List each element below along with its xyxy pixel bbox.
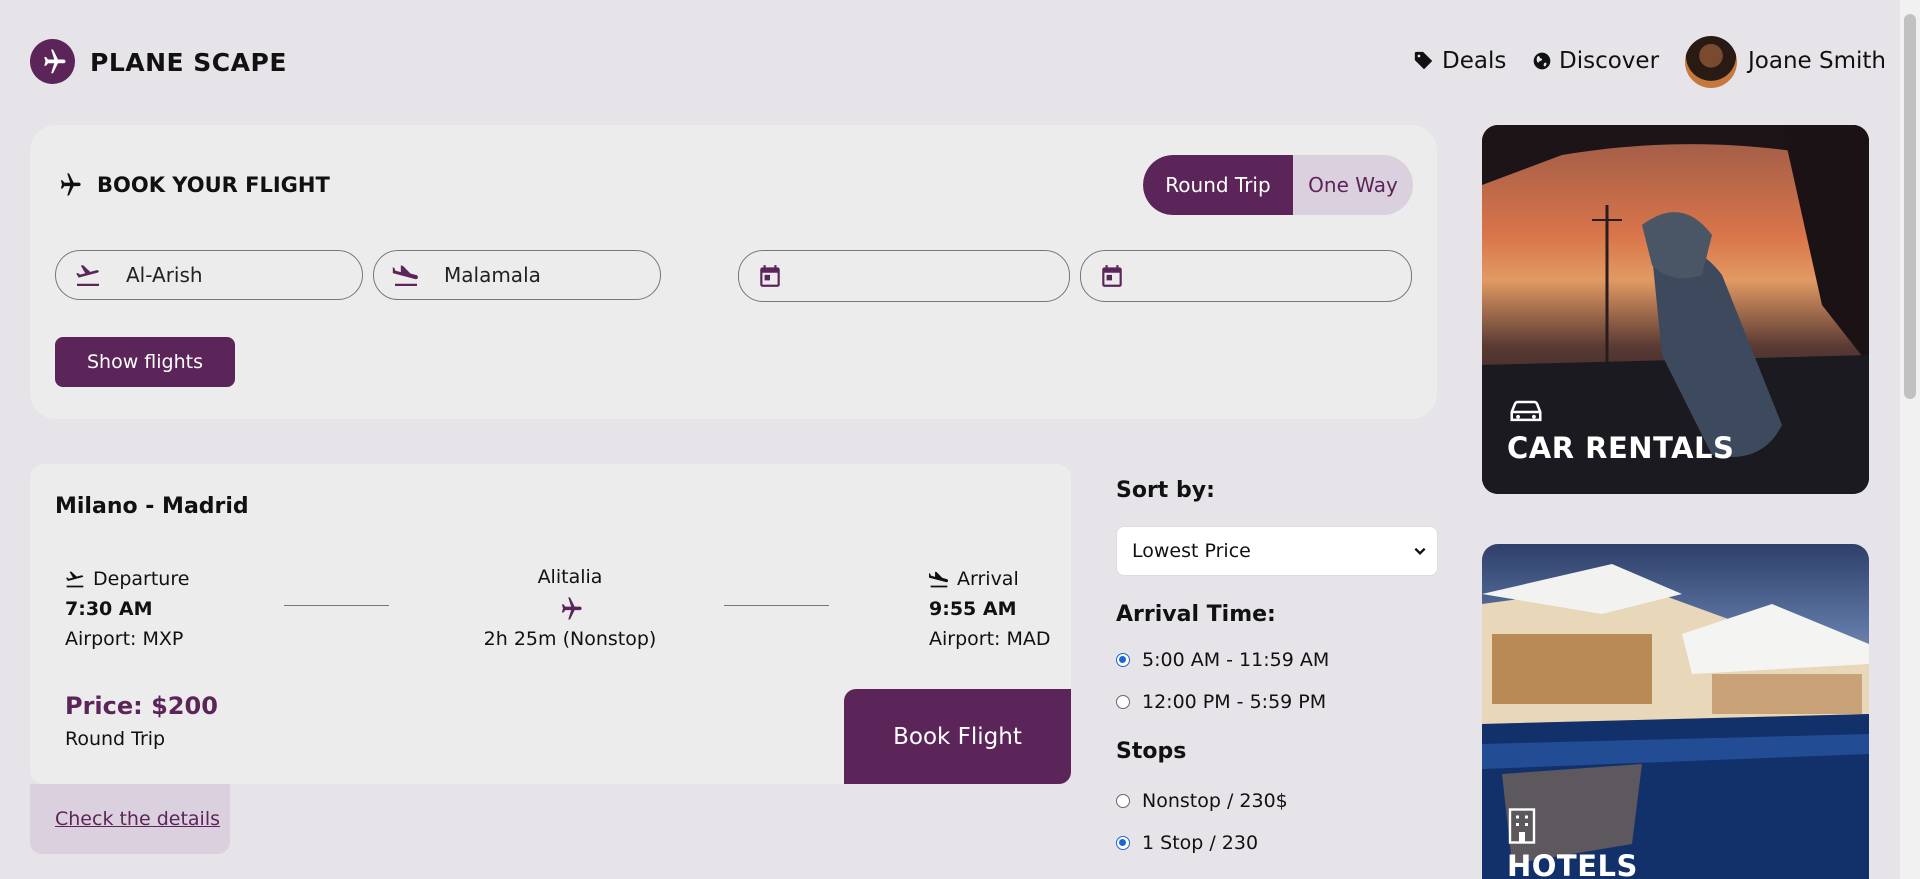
arrival-option[interactable]: 12:00 PM - 5:59 PM <box>1116 691 1438 713</box>
nav-discover-label: Discover <box>1559 48 1660 74</box>
radio-selected[interactable] <box>1116 653 1130 667</box>
hotel-building-icon <box>1507 808 1537 848</box>
arrival-label: Arrival <box>957 568 1019 590</box>
landing-icon <box>392 264 424 286</box>
radio-unselected[interactable] <box>1116 695 1130 709</box>
departure-block: Departure 7:30 AM Airport: MXP <box>65 564 189 654</box>
check-details-link[interactable]: Check the details <box>30 784 230 854</box>
flight-route: Milano - Madrid <box>55 494 249 519</box>
route-line-right <box>724 605 829 606</box>
tag-icon <box>1414 51 1433 70</box>
to-value: Malamala <box>444 263 541 287</box>
car-rentals-label: CAR RENTALS <box>1507 431 1735 465</box>
chevron-down-icon <box>1414 547 1426 555</box>
hotel-photo <box>1482 564 1869 879</box>
one-way-option[interactable]: One Way <box>1293 155 1413 215</box>
flight-card: Milano - Madrid Departure 7:30 AM Airpor… <box>30 464 1071 784</box>
avatar[interactable] <box>1685 36 1737 88</box>
arrival-time-label: Arrival Time: <box>1116 602 1276 627</box>
scrollbar-thumb[interactable] <box>1904 14 1916 399</box>
calendar-icon <box>1099 263 1131 289</box>
nav-deals-label: Deals <box>1442 48 1507 74</box>
top-bar: PLANE SCAPE Deals Discover Joane Smith <box>0 0 1900 122</box>
car-icon <box>1507 397 1545 431</box>
trip-type-toggle: Round Trip One Way <box>1143 155 1413 215</box>
arrival-option[interactable]: 5:00 AM - 11:59 AM <box>1116 649 1438 671</box>
from-field[interactable]: Al-Arish <box>55 250 363 300</box>
arrival-time: 9:55 AM <box>929 598 1017 620</box>
sort-select[interactable]: Lowest Price <box>1116 526 1438 576</box>
radio-unselected[interactable] <box>1116 794 1130 808</box>
arrival-airport: Airport: MAD <box>929 628 1051 650</box>
takeoff-icon <box>74 264 106 286</box>
hotels-card[interactable]: HOTELS <box>1482 544 1869 879</box>
landing-icon <box>929 571 949 588</box>
arrival-block: Arrival 9:55 AM Airport: MAD <box>929 564 1051 654</box>
plane-logo-icon[interactable] <box>30 39 75 84</box>
brand-name[interactable]: PLANE SCAPE <box>90 48 287 77</box>
route-line-left <box>284 605 389 606</box>
arrival-option-label: 12:00 PM - 5:59 PM <box>1142 691 1327 713</box>
round-trip-option[interactable]: Round Trip <box>1143 155 1293 215</box>
stop-option[interactable]: 1 Stop / 230 <box>1116 832 1438 854</box>
depart-date-field[interactable] <box>738 250 1070 302</box>
departure-airport: Airport: MXP <box>65 628 184 650</box>
return-date-field[interactable] <box>1080 250 1412 302</box>
arrival-option-label: 5:00 AM - 11:59 AM <box>1142 649 1330 671</box>
flight-duration: 2h 25m (Nonstop) <box>483 628 657 650</box>
booking-title: BOOK YOUR FLIGHT <box>55 171 330 199</box>
airplane-icon <box>60 173 81 196</box>
to-field[interactable]: Malamala <box>373 250 661 300</box>
booking-title-text: BOOK YOUR FLIGHT <box>97 173 330 197</box>
sort-label: Sort by: <box>1116 478 1215 503</box>
hotels-label: HOTELS <box>1507 849 1638 879</box>
nav-deals[interactable]: Deals <box>1413 48 1506 74</box>
stop-option-label: Nonstop / 230$ <box>1142 790 1288 812</box>
calendar-icon <box>757 263 789 289</box>
stop-option-label: 1 Stop / 230 <box>1142 832 1259 854</box>
nav-discover[interactable]: Discover <box>1532 48 1659 74</box>
user-name[interactable]: Joane Smith <box>1748 48 1886 74</box>
stops-label: Stops <box>1116 739 1187 764</box>
flight-middle: Alitalia 2h 25m (Nonstop) <box>450 562 690 655</box>
sort-value: Lowest Price <box>1132 540 1251 562</box>
car-rentals-card[interactable]: CAR RENTALS <box>1482 125 1869 494</box>
globe-icon <box>1533 52 1551 70</box>
stop-option[interactable]: Nonstop / 230$ <box>1116 790 1438 812</box>
page-scrollbar[interactable] <box>1900 0 1920 879</box>
departure-label: Departure <box>93 568 190 590</box>
book-flight-button[interactable]: Book Flight <box>844 689 1071 784</box>
from-value: Al-Arish <box>126 263 203 287</box>
show-flights-button[interactable]: Show flights <box>55 337 235 387</box>
airplane-icon <box>450 593 690 624</box>
takeoff-icon <box>66 571 84 588</box>
filters-panel: Sort by: Lowest Price Arrival Time: 5:00… <box>1116 478 1438 854</box>
booking-panel: BOOK YOUR FLIGHT Round Trip One Way Al-A… <box>30 125 1437 419</box>
airline-name: Alitalia <box>537 566 603 588</box>
radio-selected[interactable] <box>1116 836 1130 850</box>
trip-type-label: Round Trip <box>65 728 166 750</box>
departure-time: 7:30 AM <box>65 598 153 620</box>
flight-price: Price: $200 <box>65 692 218 720</box>
